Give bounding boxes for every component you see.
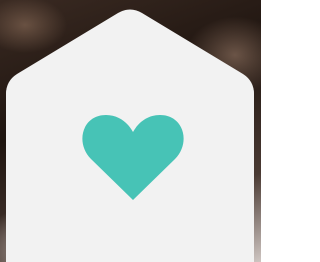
screen bbox=[0, 0, 261, 262]
favorite-card[interactable] bbox=[0, 0, 261, 262]
favorite-card-shape bbox=[6, 9, 254, 262]
